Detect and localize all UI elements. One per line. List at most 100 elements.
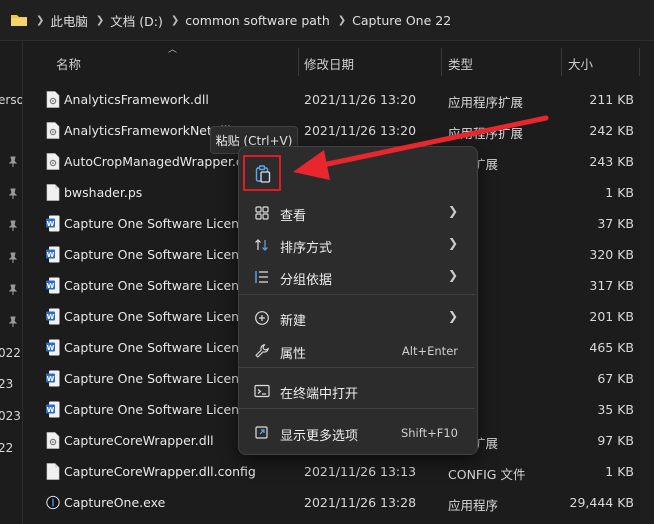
breadcrumb-item[interactable]: Capture One 22 [352,13,451,28]
breadcrumb-item[interactable]: 此电脑 [50,11,88,30]
chevron-right-icon[interactable]: ❯ [171,15,179,26]
menu-item-label: 查看 [280,209,307,224]
svg-text:W: W [47,406,55,414]
column-divider[interactable] [298,48,299,76]
column-header-date[interactable]: 修改日期 [304,50,354,76]
file-name: Capture One Software License [64,278,254,293]
file-name: Capture One Software License [64,371,254,386]
breadcrumb-item[interactable]: common software path [185,13,330,28]
file-size: 1 KB [605,464,634,479]
file-size: 320 KB [589,247,634,262]
file-size: 465 KB [589,340,634,355]
file-name: Capture One Software License [64,216,254,231]
more-options-icon [255,426,268,439]
word-doc-icon: W [46,277,60,294]
chevron-right-icon: ❯ [447,268,458,282]
file-type: 应用程序 [448,498,499,513]
menu-item[interactable]: 显示更多选项 Shift+F10 [242,418,472,448]
file-size: 201 KB [589,309,634,324]
folder-icon [11,15,27,26]
terminal-icon [254,384,270,398]
column-header-name[interactable]: 名称 [56,50,81,76]
file-type: 应用程序扩展 [448,95,524,110]
file-size: 211 KB [589,92,634,107]
menu-item[interactable]: 属性 Alt+Enter [242,336,472,366]
svg-text:W: W [47,282,55,290]
file-type: 应用程序扩展 [448,126,524,141]
menu-separator [239,408,475,409]
chevron-right-icon[interactable]: ❯ [36,15,44,26]
menu-item[interactable]: 分组依据 ❯ [242,262,472,292]
file-icon [46,463,60,480]
file-date: 2021/11/26 13:20 [304,123,417,138]
file-row[interactable]: AnalyticsFrameworkNet.dll 2021/11/26 13:2… [0,115,654,146]
word-doc-icon: W [46,215,60,232]
file-date: 2021/11/26 13:13 [304,464,417,479]
group-icon [255,271,268,283]
menu-item[interactable]: 新建 ❯ [242,303,472,333]
file-name: Capture One Software License [64,309,254,324]
svg-text:W: W [47,375,55,383]
dll-file-icon [46,91,60,108]
file-name: CaptureCoreWrapper.dll.config [64,464,256,479]
file-name: bwshader.ps [64,185,143,200]
file-name: Capture One Software License [64,340,254,355]
column-divider[interactable] [441,48,442,76]
word-doc-icon: W [46,370,60,387]
column-header-type[interactable]: 类型 [448,50,473,76]
menu-item-shortcut: Alt+Enter [401,344,458,358]
wrench-icon [255,344,269,358]
file-row[interactable]: CaptureOne.exe 2021/11/26 13:28 应用程序 29,444… [0,487,654,518]
column-header-size[interactable]: 大小 [568,50,593,76]
word-doc-icon: W [46,401,60,418]
menu-item[interactable]: 排序方式 ❯ [242,230,472,260]
file-icon [46,184,60,201]
chevron-right-icon: ❯ [447,204,458,218]
file-row[interactable]: CaptureCoreWrapper.dll.config 2021/11/26 … [0,456,654,487]
column-divider[interactable] [561,48,562,76]
chevron-right-icon: ❯ [447,309,458,323]
file-row[interactable]: AnalyticsFramework.dll 2021/11/26 13:20 应用… [0,84,654,115]
breadcrumb-item[interactable]: 文档 (D:) [110,11,163,30]
menu-item-shortcut: Shift+F10 [400,426,458,440]
file-name: AutoCropManagedWrapper.dll [64,154,251,169]
menu-item-label: 属性 [280,347,307,362]
address-bar[interactable]: ❯ 此电脑 ❯ 文档 (D:) ❯ common software path ❯… [0,0,654,41]
dll-file-icon [46,153,60,170]
svg-text:W: W [47,220,55,228]
menu-item-label: 在终端中打开 [280,387,359,402]
file-size: 97 KB [597,433,634,448]
chevron-right-icon: ❯ [447,236,458,250]
menu-item-label: 新建 [280,314,307,329]
file-size: 29,444 KB [569,495,634,510]
file-name: CaptureOne.exe [64,495,166,510]
chevron-right-icon[interactable]: ❯ [338,15,346,26]
view-grid-icon [255,206,269,220]
dll-file-icon [46,122,60,139]
file-size: 242 KB [589,123,634,138]
file-name: AnalyticsFramework.dll [64,92,209,107]
word-doc-icon: W [46,246,60,263]
svg-text:W: W [47,313,55,321]
chevron-right-icon[interactable]: ❯ [96,15,104,26]
paste-button[interactable] [243,155,281,191]
menu-item-label: 分组依据 [280,273,333,288]
sort-icon [255,239,268,251]
file-size: 37 KB [597,216,634,231]
new-plus-icon [255,311,269,325]
file-name: Capture One Software License [64,247,254,262]
paste-icon [255,165,271,183]
menu-item[interactable]: 查看 ❯ [242,198,472,228]
sort-ascending-icon: ︿ [168,45,178,55]
menu-item[interactable]: 在终端中打开 [242,376,472,406]
svg-text:W: W [47,344,55,352]
menu-item-label: 排序方式 [280,241,333,256]
file-type: CONFIG 文件 [448,467,526,482]
file-date: 2021/11/26 13:28 [304,495,417,510]
file-size: 1 KB [605,185,634,200]
app-icon [46,495,60,510]
file-size: 317 KB [589,278,634,293]
menu-separator [239,294,475,295]
file-name: CaptureCoreWrapper.dll [64,433,214,448]
file-date: 2021/11/26 13:20 [304,92,417,107]
